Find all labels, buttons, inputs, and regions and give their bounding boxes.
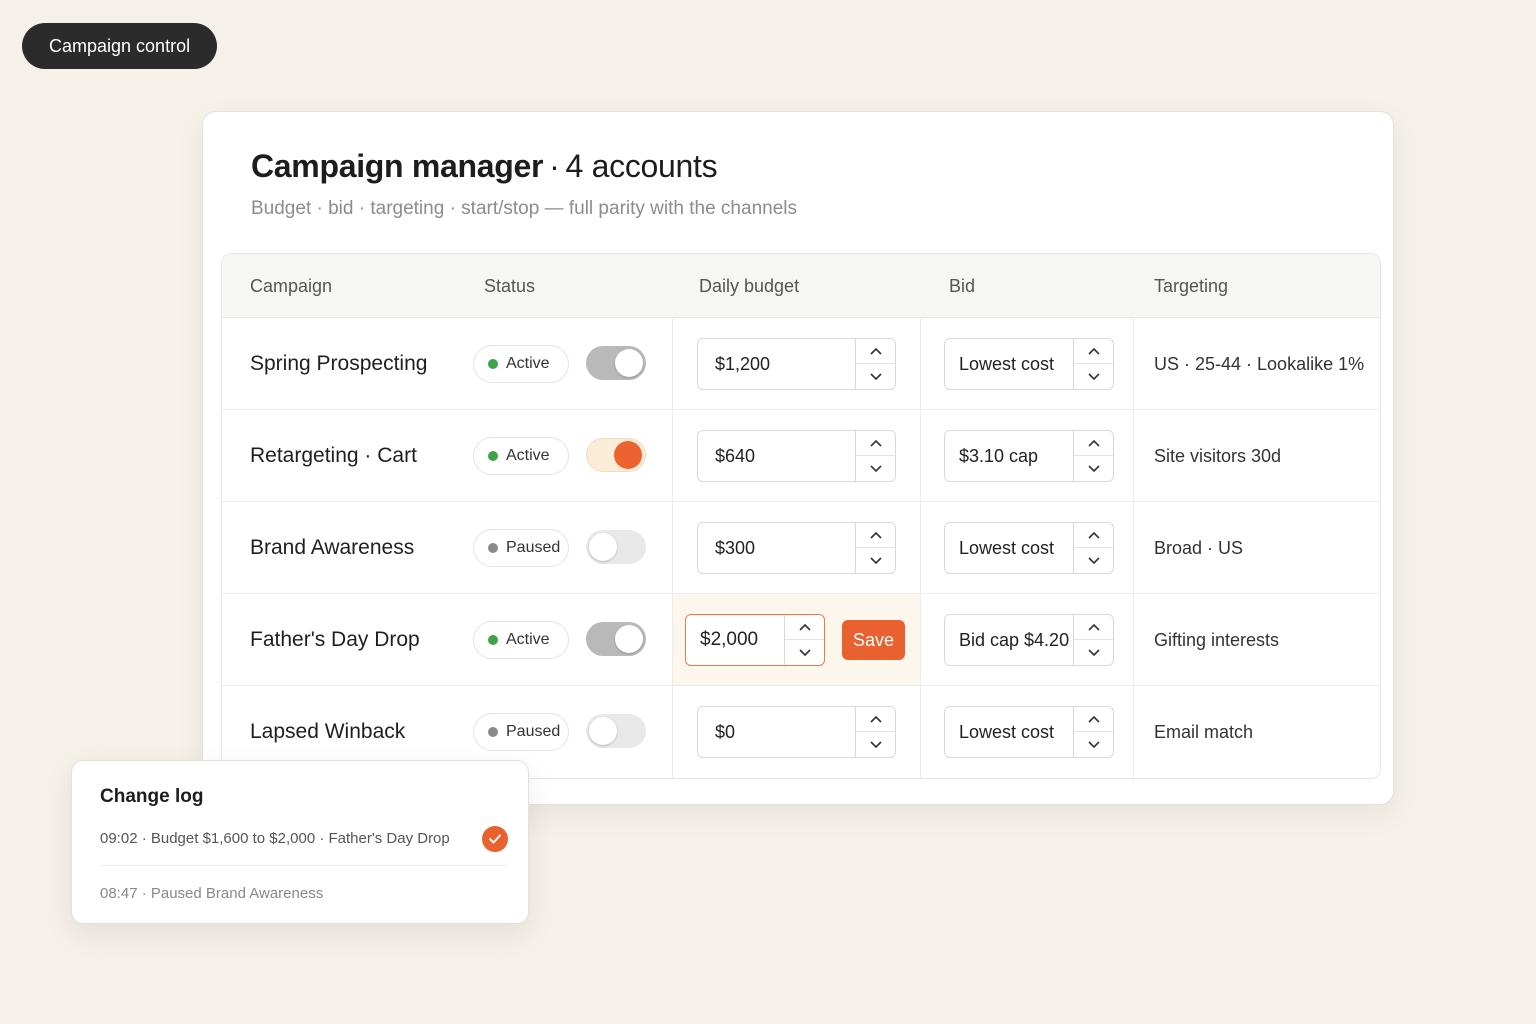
campaign-toggle[interactable] <box>586 346 646 380</box>
status-label: Active <box>506 355 550 372</box>
status-dot-icon <box>488 451 498 461</box>
chevron-down-icon[interactable] <box>1074 732 1113 757</box>
chevron-down-icon[interactable] <box>1074 364 1113 389</box>
status-dot-icon <box>488 359 498 369</box>
status-badge: Active <box>473 437 569 475</box>
budget-stepper[interactable]: $1,200 <box>697 338 896 390</box>
chevron-down-icon[interactable] <box>1074 640 1113 665</box>
title-main: Campaign manager <box>251 148 544 184</box>
divider <box>100 865 506 866</box>
chevron-up-icon[interactable] <box>1074 339 1113 364</box>
status-label: Active <box>506 631 550 648</box>
status-label: Paused <box>506 723 561 740</box>
title-separator: · <box>549 148 560 184</box>
table-row: Father's Day Drop Active $2,000 Save Bid… <box>222 594 1380 686</box>
status-badge: Active <box>473 621 569 659</box>
campaign-control-tag[interactable]: Campaign control <box>22 23 218 69</box>
table-header: Campaign Status Daily budget Bid Targeti… <box>222 254 1380 318</box>
status-badge: Paused <box>473 713 569 751</box>
chevron-up-icon[interactable] <box>856 523 895 548</box>
change-log-entry: 08:47 · Paused Brand Awareness <box>100 885 324 902</box>
chevron-down-icon[interactable] <box>1074 548 1113 573</box>
bid-value[interactable]: $3.10 cap <box>959 431 1038 481</box>
status-badge: Active <box>473 345 569 383</box>
header-targeting: Targeting <box>1154 276 1229 296</box>
header-daily-budget: Daily budget <box>699 276 800 296</box>
chevron-down-icon[interactable] <box>1074 456 1113 481</box>
budget-stepper[interactable]: $300 <box>697 522 896 574</box>
campaign-manager-card: Campaign manager · 4 accounts Budget · bid… <box>202 111 1394 805</box>
table-row: Brand Awareness Paused $300 Lowest cost <box>222 502 1380 594</box>
bid-value[interactable]: Lowest cost <box>959 339 1054 389</box>
change-log-panel: Change log 09:02 · Budget $1,600 to $2,0… <box>71 760 529 924</box>
account-count: 4 accounts <box>565 148 718 184</box>
budget-value[interactable]: $0 <box>715 707 735 757</box>
toggle-knob <box>589 717 617 745</box>
chevron-up-icon[interactable] <box>856 707 895 732</box>
budget-value[interactable]: $640 <box>715 431 755 481</box>
bid-stepper[interactable]: Lowest cost <box>944 522 1114 574</box>
status-label: Active <box>506 447 550 464</box>
campaign-name: Brand Awareness <box>250 536 415 559</box>
campaign-toggle[interactable] <box>586 530 646 564</box>
targeting-value: Email match <box>1154 722 1254 742</box>
toggle-knob <box>615 625 643 653</box>
budget-value[interactable]: $1,200 <box>715 339 770 389</box>
campaign-name: Spring Prospecting <box>250 352 428 375</box>
chevron-up-icon[interactable] <box>1074 431 1113 456</box>
chevron-down-icon[interactable] <box>856 548 895 573</box>
save-button[interactable]: Save <box>842 620 905 660</box>
campaign-table: Campaign Status Daily budget Bid Targeti… <box>221 253 1381 779</box>
header-campaign: Campaign <box>250 276 333 296</box>
chevron-up-icon[interactable] <box>1074 707 1113 732</box>
targeting-value: US · 25-44 · Lookalike 1% <box>1154 354 1365 374</box>
chevron-down-icon[interactable] <box>856 364 895 389</box>
chevron-up-icon[interactable] <box>1074 615 1113 640</box>
bid-value[interactable]: Lowest cost <box>959 523 1054 573</box>
targeting-value: Broad · US <box>1154 538 1244 558</box>
budget-value[interactable]: $300 <box>715 523 755 573</box>
change-log-title: Change log <box>100 786 204 807</box>
toggle-knob <box>614 441 642 469</box>
header-status: Status <box>484 276 536 296</box>
status-label: Paused <box>506 539 561 556</box>
chevron-up-icon[interactable] <box>1074 523 1113 548</box>
bid-stepper[interactable]: Lowest cost <box>944 338 1114 390</box>
budget-stepper-editing[interactable]: $2,000 <box>685 614 825 666</box>
chevron-down-icon[interactable] <box>785 640 824 665</box>
campaign-name: Father's Day Drop <box>250 628 420 651</box>
chevron-up-icon[interactable] <box>856 339 895 364</box>
budget-stepper[interactable]: $640 <box>697 430 896 482</box>
check-icon <box>482 826 508 852</box>
campaign-name: Retargeting · Cart <box>250 444 417 467</box>
bid-stepper[interactable]: Bid cap $4.20 <box>944 614 1114 666</box>
budget-value[interactable]: $2,000 <box>700 615 758 665</box>
page-title: Campaign manager · 4 accounts <box>251 148 718 185</box>
campaign-toggle[interactable] <box>586 438 646 472</box>
chevron-up-icon[interactable] <box>785 615 824 640</box>
bid-value[interactable]: Bid cap $4.20 <box>959 615 1069 665</box>
targeting-value: Site visitors 30d <box>1154 446 1282 466</box>
chevron-down-icon[interactable] <box>856 732 895 757</box>
status-dot-icon <box>488 727 498 737</box>
status-dot-icon <box>488 543 498 553</box>
chevron-up-icon[interactable] <box>856 431 895 456</box>
toggle-knob <box>589 533 617 561</box>
header-bid: Bid <box>949 276 976 296</box>
targeting-value: Gifting interests <box>1154 630 1280 650</box>
chevron-down-icon[interactable] <box>856 456 895 481</box>
status-badge: Paused <box>473 529 569 567</box>
toggle-knob <box>615 349 643 377</box>
bid-stepper[interactable]: Lowest cost <box>944 706 1114 758</box>
budget-stepper[interactable]: $0 <box>697 706 896 758</box>
campaign-toggle[interactable] <box>586 714 646 748</box>
change-log-entry: 09:02 · Budget $1,600 to $2,000 · Father… <box>100 830 450 847</box>
bid-stepper[interactable]: $3.10 cap <box>944 430 1114 482</box>
page-subtitle: Budget · bid · targeting · start/stop — … <box>251 198 797 219</box>
status-dot-icon <box>488 635 498 645</box>
bid-value[interactable]: Lowest cost <box>959 707 1054 757</box>
campaign-toggle[interactable] <box>586 622 646 656</box>
table-row: Retargeting · Cart Active $640 $3.10 cap <box>222 410 1380 502</box>
table-row: Spring Prospecting Active $1,200 Lowest … <box>222 318 1380 410</box>
